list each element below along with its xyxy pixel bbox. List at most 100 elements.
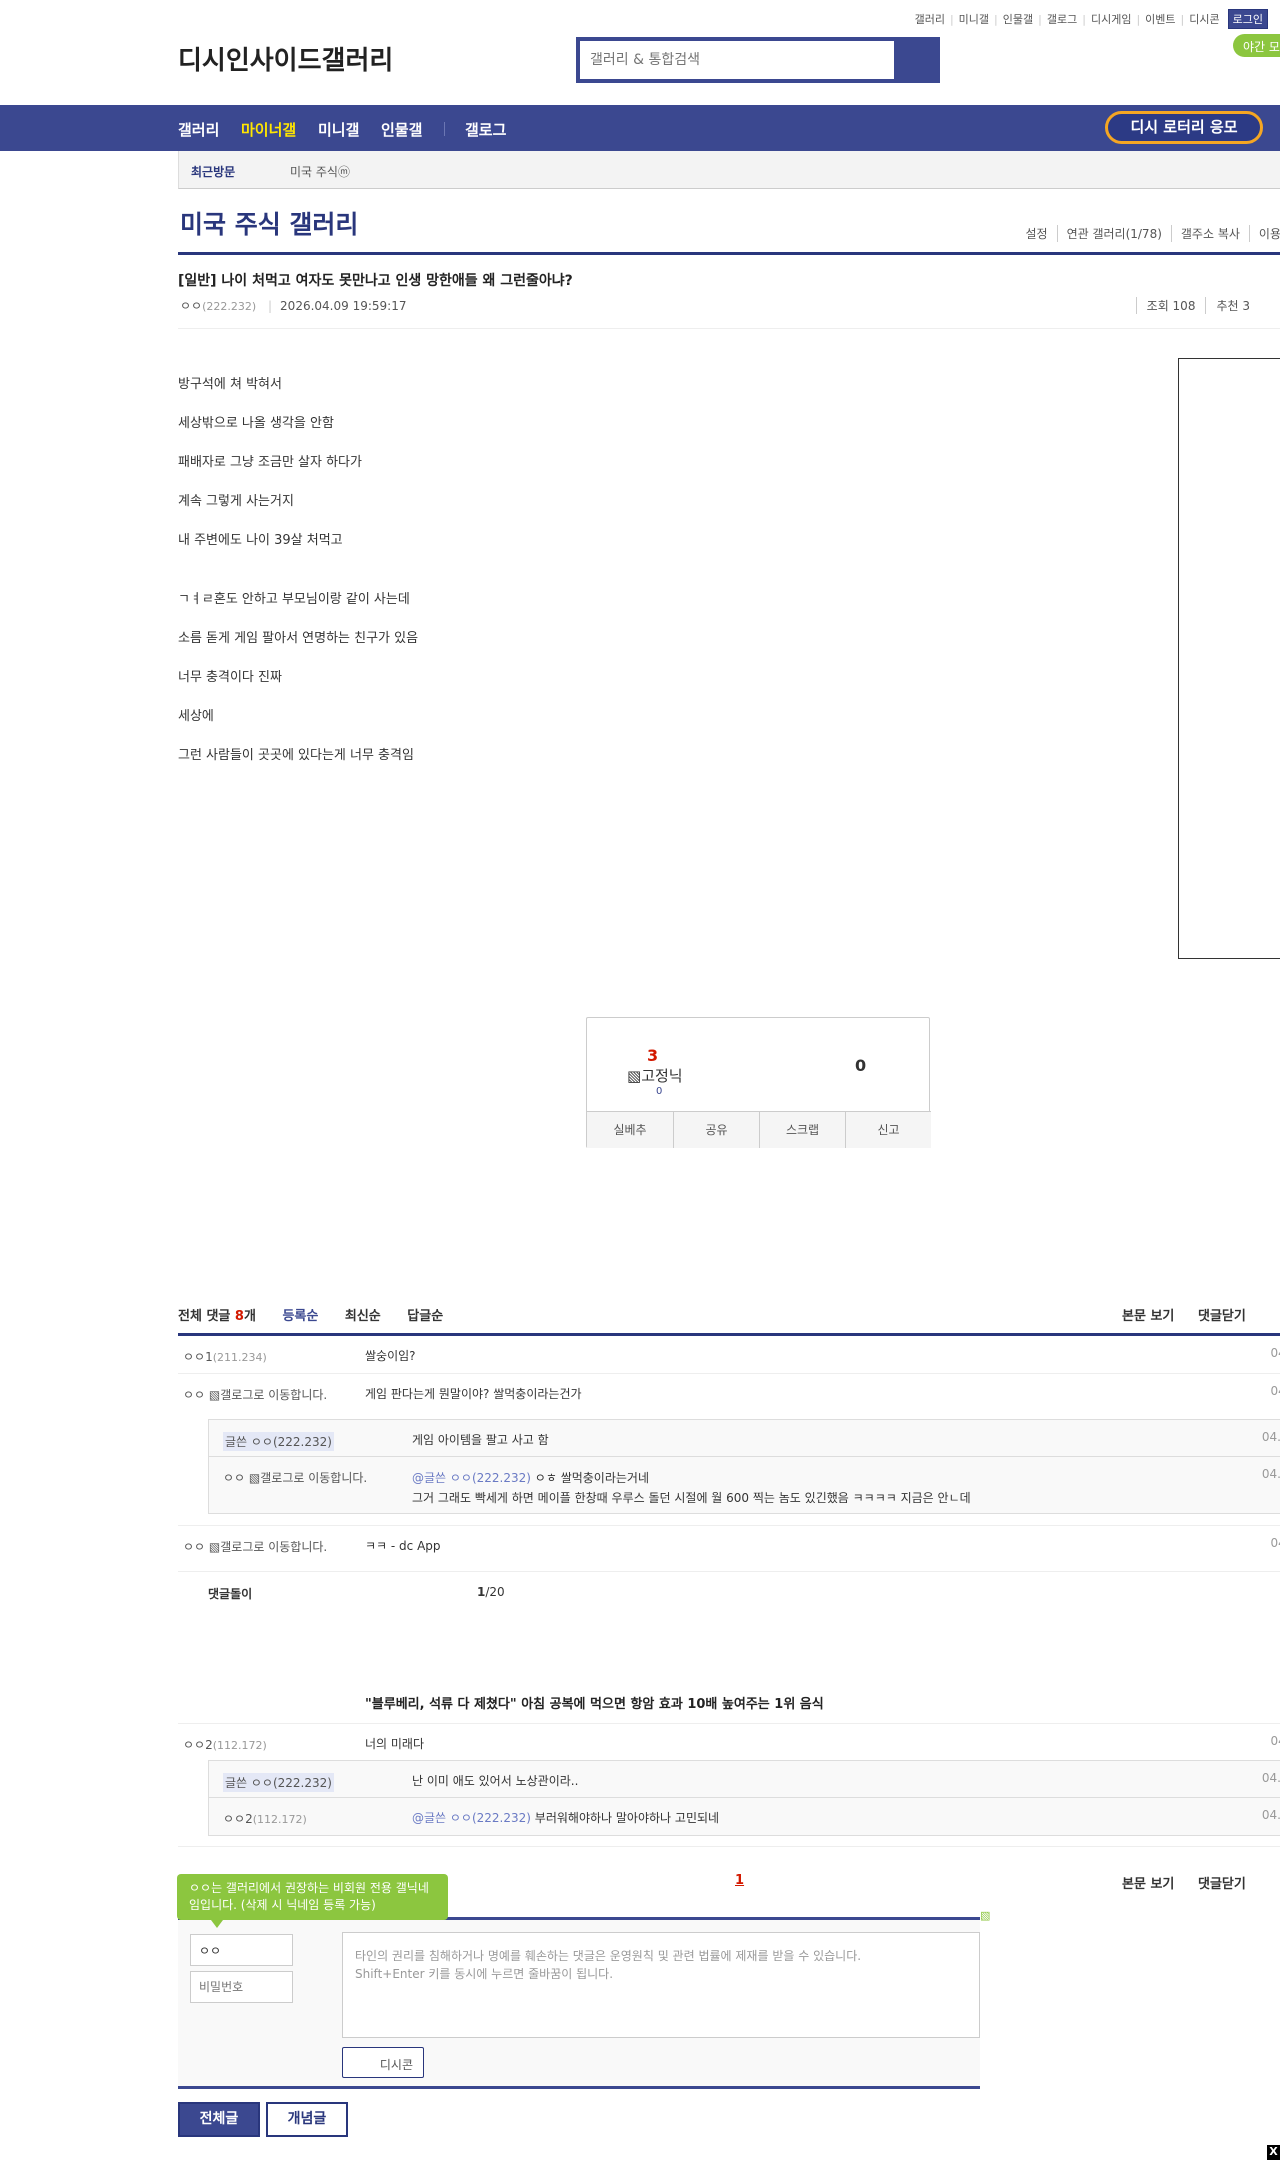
nav-minor[interactable]: 마이너갤 — [241, 119, 296, 140]
share-button[interactable]: 공유 — [673, 1111, 759, 1148]
comment-date: 04.09 19: — [1270, 1346, 1280, 1360]
view-post-link[interactable]: 본문 보기 — [1122, 1873, 1174, 1892]
nav-divider — [444, 122, 445, 136]
recent-item[interactable]: 미국 주식ⓜ — [290, 163, 350, 180]
body-line: 패배자로 그냥 조금만 살자 하다가 — [178, 455, 362, 470]
comment-nick[interactable]: ㅇㅇ ▧갤로그로 이동합니다. — [183, 1386, 327, 1403]
comment-text: 게임 판다는게 뭔말이야? 쌀먹충이라는건가 — [365, 1387, 582, 1401]
divider — [178, 328, 1280, 329]
menu-copy-url[interactable]: 갤주소 복사 — [1170, 225, 1249, 242]
comment-row: ㅇㅇ ▧갤로그로 이동합니다. ㅋㅋ - dc App 04.09 20: — [178, 1526, 1280, 1572]
gallery-title[interactable]: 미국 주식 갤러리 — [180, 205, 358, 241]
password-input[interactable] — [190, 1971, 293, 2003]
views: 조회 108 — [1135, 297, 1206, 314]
reply-row: ㅇㅇ ▧갤로그로 이동합니다. @글쓴 ㅇㅇ(222.232) ㅇㅎ 쌀먹충이라… — [209, 1457, 1280, 1513]
top-link[interactable]: 디시게임 — [1091, 11, 1131, 27]
comment-count: 8 — [234, 1309, 244, 1324]
reply-text: 게임 아이템을 팔고 사고 함 — [412, 1433, 549, 1447]
nav-gallog[interactable]: 갤로그 — [465, 119, 506, 140]
body-line: 세상에 — [178, 709, 214, 724]
upvote-count[interactable]: 3 — [647, 1046, 658, 1065]
sort-registered[interactable]: 등록순 — [282, 1309, 318, 1324]
recent-label: 최근방문 — [191, 165, 236, 179]
nav-person[interactable]: 인물갤 — [381, 119, 422, 140]
nav-gallery[interactable]: 갤러리 — [178, 119, 219, 140]
top-link[interactable]: 갤로그 — [1047, 11, 1077, 27]
comment-text: ㅋㅋ - dc App — [365, 1539, 441, 1553]
reply-date: 04.09 20:0 — [1261, 1771, 1280, 1785]
reply-nick[interactable]: ㅇㅇ ▧갤로그로 이동합니다. — [223, 1469, 367, 1486]
best-button[interactable]: 실베추 — [587, 1111, 673, 1148]
comment-page-1[interactable]: 1 — [735, 1873, 744, 1888]
reply-text: @글쓴 ㅇㅇ(222.232) 부러워해야하나 말아야하나 고민되네 — [412, 1811, 720, 1825]
sort-replies[interactable]: 답글순 — [407, 1309, 443, 1324]
top-link[interactable]: 이벤트 — [1145, 11, 1175, 27]
recent-visits-bar: 최근방문 미국 주식ⓜ — [178, 151, 1280, 189]
top-link[interactable]: 디시콘 — [1189, 11, 1219, 27]
menu-usage[interactable]: 이용 — [1248, 225, 1280, 242]
body-line: 방구석에 쳐 박혀서 — [178, 377, 282, 392]
tooltip-arrow — [211, 1920, 223, 1928]
reply-date: 04.09 20:0 — [1261, 1808, 1280, 1822]
reply-row: 글쓴 ㅇㅇ(222.232) 게임 아이템을 팔고 사고 함 04.09 20:… — [209, 1420, 1280, 1457]
view-post-link[interactable]: 본문 보기 — [1122, 1305, 1174, 1324]
reply-nick[interactable]: ㅇㅇ2(112.172) — [223, 1810, 307, 1827]
sort-latest[interactable]: 최신순 — [345, 1309, 381, 1324]
comment-bot-name: 댓글돌이 — [208, 1587, 253, 1601]
best-posts-button[interactable]: 개념글 — [266, 2102, 348, 2137]
reply-nick-op[interactable]: 글쓴 ㅇㅇ(222.232) — [223, 1432, 334, 1451]
top-link[interactable]: 인물갤 — [1003, 11, 1033, 27]
ad-link[interactable]: "블루베리, 석류 다 제쳤다" 아침 공복에 먹으면 항암 효과 10배 높여… — [365, 1693, 824, 1712]
author-ip: (222.232) — [202, 300, 257, 313]
close-comments-link[interactable]: 댓글닫기 — [1198, 1873, 1246, 1892]
nickname-tooltip: ㅇㅇ는 갤러리에서 권장하는 비회원 전용 갤닉네임입니다. (삭제 시 닉네임… — [177, 1874, 448, 1920]
nickname-input[interactable] — [190, 1934, 293, 1966]
reply-row: 글쓴 ㅇㅇ(222.232) 난 이미 애도 있어서 노상관이라.. 04.09… — [209, 1761, 1280, 1798]
comment-text: 쌀숭이임? — [365, 1349, 416, 1363]
comment-textarea[interactable]: 타인의 권리를 침해하거나 명예를 훼손하는 댓글은 운영원칙 및 관련 법률에… — [342, 1932, 980, 2038]
main-nav: 갤러리 마이너갤 미니갤 인물갤 갤로그 디시 로터리 응모 — [0, 105, 1280, 151]
broken-image-icon: ▧ — [980, 1909, 991, 1922]
search-input[interactable] — [580, 41, 894, 79]
author[interactable]: ㅇㅇ — [180, 299, 202, 313]
reply-row: ㅇㅇ2(112.172) @글쓴 ㅇㅇ(222.232) 부러워해야하나 말아야… — [209, 1798, 1280, 1835]
comment-date: 04.09 20: — [1270, 1536, 1280, 1550]
night-mode-toggle[interactable]: 야간 모드 — [1233, 34, 1280, 71]
downvote-count[interactable]: 0 — [855, 1056, 866, 1075]
divider — [178, 252, 1280, 255]
top-link[interactable]: 갤러리 — [915, 11, 945, 27]
comment-nick[interactable]: ㅇㅇ2(112.172) — [183, 1736, 267, 1753]
menu-related[interactable]: 연관 갤러리(1/78) — [1056, 225, 1171, 242]
comment-row: ㅇㅇ ▧갤로그로 이동합니다. 게임 판다는게 뭔말이야? 쌀먹충이라는건가 0… — [178, 1374, 1280, 1420]
body-line: 소름 돋게 게임 팔아서 연명하는 친구가 있음 — [178, 631, 419, 646]
dccon-button[interactable]: 디시콘 — [342, 2047, 424, 2078]
comment-nick[interactable]: ㅇㅇ ▧갤로그로 이동합니다. — [183, 1538, 327, 1555]
fixed-nick-upvote[interactable]: ▧고정닉 — [627, 1065, 683, 1086]
body-line: ㄱㅕㄹ혼도 안하고 부모님이랑 같이 사는데 — [178, 592, 410, 607]
reply-nick-op[interactable]: 글쓴 ㅇㅇ(222.232) — [223, 1773, 334, 1792]
close-icon[interactable]: X — [1267, 2145, 1280, 2160]
body-line: 계속 그렇게 사는거지 — [178, 494, 294, 509]
body-line: 내 주변에도 나이 39살 처먹고 — [178, 533, 343, 548]
comment-date: 04.09 20: — [1270, 1734, 1280, 1748]
logo[interactable]: 디시인사이드갤러리 — [178, 40, 393, 77]
recommend: 추천 3 — [1205, 297, 1260, 314]
scrap-button[interactable]: 스크랩 — [759, 1111, 845, 1148]
reply-box: 글쓴 ㅇㅇ(222.232) 게임 아이템을 팔고 사고 함 04.09 20:… — [208, 1419, 1280, 1514]
login-button[interactable]: 로그인 — [1227, 9, 1268, 29]
comment-nick[interactable]: ㅇㅇ1(211.234) — [183, 1348, 267, 1365]
close-comments-link[interactable]: 댓글닫기 — [1198, 1305, 1246, 1324]
body-line: 너무 충격이다 진짜 — [178, 670, 282, 685]
all-posts-button[interactable]: 전체글 — [178, 2102, 260, 2137]
lottery-button[interactable]: 디시 로터리 응모 — [1105, 111, 1263, 144]
report-button[interactable]: 신고 — [845, 1111, 931, 1148]
ad-frame — [1178, 358, 1280, 959]
nav-mini[interactable]: 미니갤 — [318, 119, 359, 140]
comment-row: ㅇㅇ1(211.234) 쌀숭이임? 04.09 19: — [178, 1336, 1280, 1374]
reply-date: 04.09 20:0 — [1261, 1467, 1280, 1481]
menu-settings[interactable]: 설정 — [1016, 225, 1056, 242]
comment-bot-page: 1/20 — [477, 1585, 505, 1599]
comment-header: 전체 댓글 8개 등록순 최신순 답글순 본문 보기 댓글닫기 — [178, 1305, 1280, 1324]
top-link[interactable]: 미니갤 — [959, 11, 989, 27]
vote-box: 3 ▧고정닉 0 0 실베추 공유 스크랩 신고 — [586, 1017, 931, 1148]
